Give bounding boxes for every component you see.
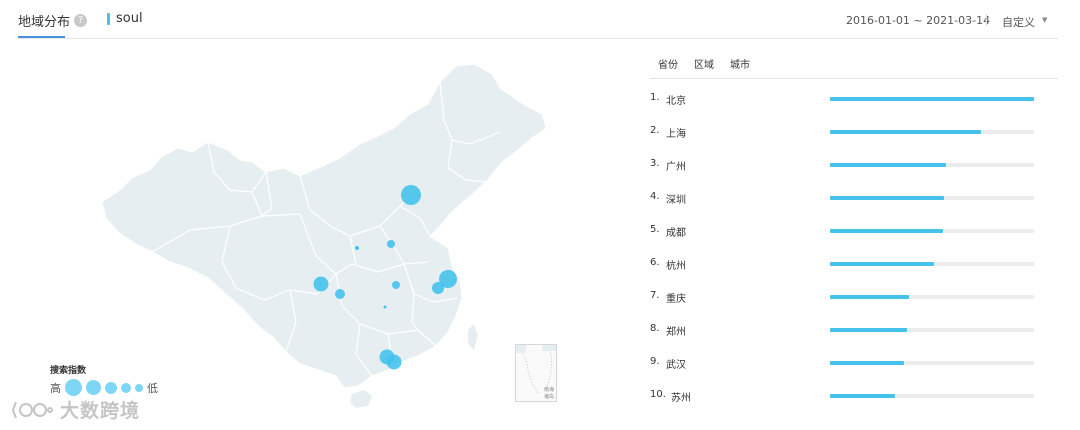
rank-number: 3. [650, 158, 660, 169]
legend-dot [105, 381, 117, 394]
rank-city-name: 成都 [666, 228, 686, 239]
tab-province[interactable]: 省份 [658, 56, 678, 71]
map-island-taiwan [468, 324, 478, 350]
rank-bar-fill [830, 262, 935, 266]
city-bubble[interactable] [432, 282, 444, 294]
watermark: 大数跨境 [10, 396, 140, 423]
ranking-tabs: 省份 区域 城市 [658, 56, 766, 71]
rank-bar-track [830, 361, 1034, 365]
rank-bar-track [830, 328, 1034, 332]
rank-number: 9. [650, 356, 660, 367]
city-bubble[interactable] [392, 281, 400, 289]
rank-bar-fill [830, 361, 905, 365]
tab-label: 地域分布 [18, 15, 71, 30]
watermark-logo-icon [11, 401, 53, 418]
rank-number: 6. [650, 257, 660, 268]
rank-number: 10. [650, 389, 666, 400]
rank-city-name: 武汉 [666, 360, 686, 371]
ranking-row[interactable]: 8. 郑州 [650, 321, 1058, 341]
ranking-divider [650, 78, 1058, 79]
legend-dot [121, 382, 131, 393]
rank-bar-fill [830, 295, 909, 299]
rank-number: 5. [650, 224, 660, 235]
legend-high-label: 高 [50, 381, 61, 395]
rank-bar-track [830, 295, 1034, 299]
legend-scale: 高 低 [50, 379, 158, 396]
city-bubble[interactable] [335, 289, 345, 299]
tab-region-distribution[interactable]: 地域分布 ? [18, 11, 88, 30]
chevron-down-icon[interactable]: ▼ [1042, 16, 1047, 24]
keyword-label: soul [116, 11, 143, 26]
ranking-row[interactable]: 6. 杭州 [650, 255, 1058, 275]
ranking-row[interactable]: 7. 重庆 [650, 288, 1058, 308]
rank-number: 4. [650, 191, 660, 202]
legend-dot [86, 380, 101, 395]
rank-bar-track [830, 97, 1034, 101]
keyword-legend: soul [107, 11, 143, 26]
inset-landmass [516, 345, 526, 353]
rank-number: 7. [650, 290, 660, 301]
header: 地域分布 ? soul 2016-01-01 ~ 2021-03-14 自定义 … [0, 0, 1080, 40]
legend-low-label: 低 [147, 381, 158, 395]
rank-number: 2. [650, 125, 660, 136]
date-divider [986, 14, 987, 26]
city-bubble[interactable] [383, 305, 387, 309]
rank-bar-fill [830, 328, 907, 332]
header-divider [18, 38, 1058, 39]
tab-region[interactable]: 区域 [694, 56, 714, 71]
rank-city-name: 苏州 [671, 393, 691, 404]
rank-city-name: 广州 [666, 162, 686, 173]
legend-dot [65, 379, 82, 396]
legend-dot [135, 383, 143, 392]
ranking-row[interactable]: 4. 深圳 [650, 189, 1058, 209]
ranking-row[interactable]: 5. 成都 [650, 222, 1058, 242]
map-legend: 搜索指数 高 低 [50, 363, 158, 396]
date-range[interactable]: 2016-01-01 ~ 2021-03-14 [846, 14, 990, 27]
inset-label: 南海 诸岛 [544, 387, 555, 400]
watermark-text: 大数跨境 [60, 400, 141, 422]
ranking-row[interactable]: 2. 上海 [650, 123, 1058, 143]
rank-number: 8. [650, 323, 660, 334]
legend-title: 搜索指数 [50, 366, 87, 376]
rank-city-name: 郑州 [666, 327, 686, 338]
rank-city-name: 北京 [666, 96, 686, 107]
map-island-hainan [350, 390, 372, 408]
city-bubble[interactable] [355, 246, 359, 250]
ranking-row[interactable]: 9. 武汉 [650, 354, 1058, 374]
map-landmass [101, 63, 547, 389]
rank-bar-track [830, 130, 1034, 134]
rank-bar-track [830, 196, 1034, 200]
help-icon[interactable]: ? [74, 14, 88, 27]
inset-landmass [542, 345, 556, 351]
rank-city-name: 上海 [666, 129, 686, 140]
rank-bar-fill [830, 163, 947, 167]
rank-city-name: 杭州 [666, 261, 686, 272]
tab-city[interactable]: 城市 [730, 56, 750, 71]
rank-bar-fill [830, 196, 945, 200]
rank-bar-fill [830, 394, 896, 398]
ranking-row[interactable]: 3. 广州 [650, 156, 1058, 176]
south-china-sea-inset: 南海 诸岛 [515, 344, 557, 402]
ranking-row[interactable]: 1. 北京 [650, 90, 1058, 110]
rank-bar-fill [830, 229, 944, 233]
rank-bar-track [830, 163, 1034, 167]
city-bubble[interactable] [401, 185, 421, 205]
date-mode-select[interactable]: 自定义 [1002, 14, 1035, 30]
city-bubble[interactable] [313, 276, 329, 292]
city-bubble[interactable] [387, 240, 395, 248]
rank-bar-track [830, 262, 1034, 266]
rank-bar-track [830, 229, 1034, 233]
ranking-row[interactable]: 10. 苏州 [650, 387, 1058, 407]
rank-bar-fill [830, 97, 1034, 101]
rank-bar-fill [830, 130, 981, 134]
keyword-color-mark [107, 12, 110, 25]
rank-city-name: 深圳 [666, 195, 686, 206]
rank-number: 1. [650, 92, 660, 103]
rank-city-name: 重庆 [666, 294, 686, 305]
rank-bar-track [830, 394, 1034, 398]
city-bubble[interactable] [386, 354, 402, 370]
